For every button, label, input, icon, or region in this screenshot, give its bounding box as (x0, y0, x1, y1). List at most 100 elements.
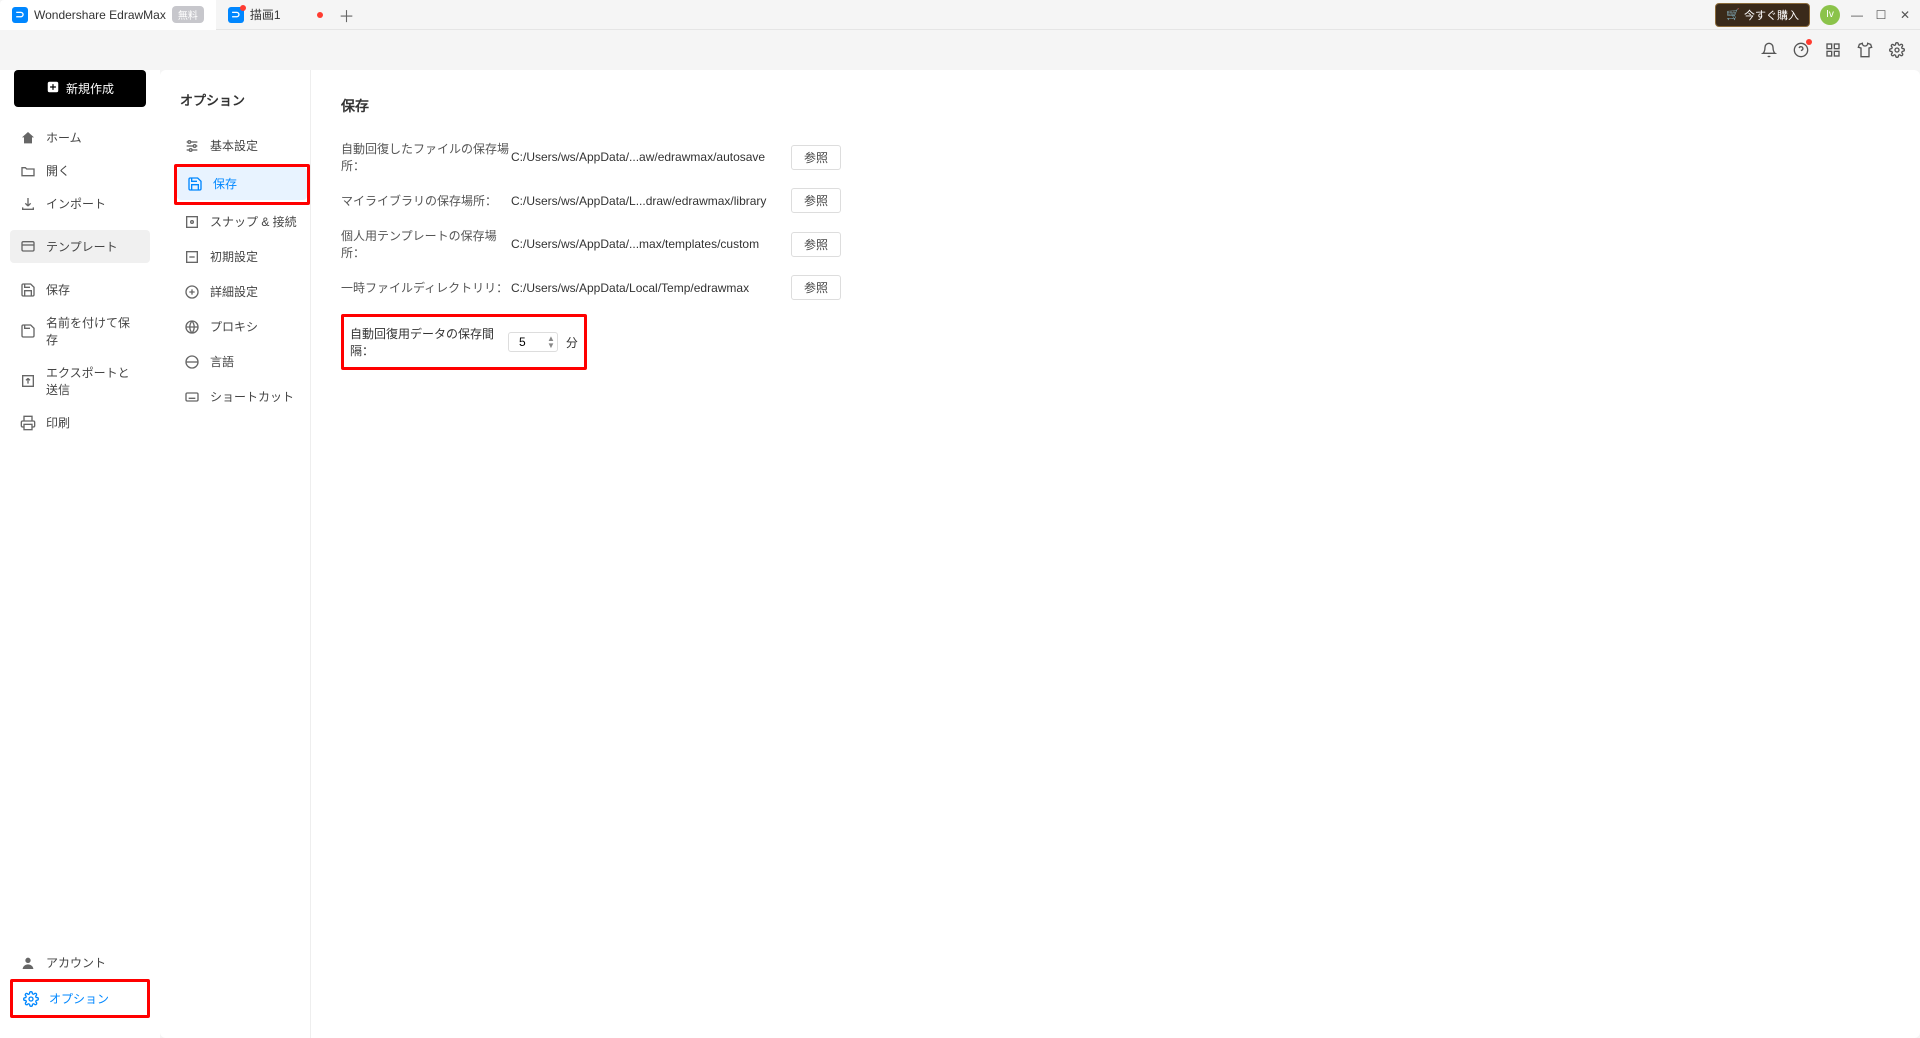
minimize-icon[interactable]: — (1850, 8, 1864, 22)
grid-icon[interactable] (1824, 41, 1842, 59)
sliders-icon (184, 138, 200, 154)
close-icon[interactable]: ✕ (1898, 8, 1912, 22)
bell-icon[interactable] (1760, 41, 1778, 59)
opt-basic-label: 基本設定 (210, 137, 258, 154)
row-template-path: 個人用テンプレートの保存場所： C:/Users/ws/AppData/...m… (341, 227, 1890, 261)
row-label: 個人用テンプレートの保存場所： (341, 227, 511, 261)
row-path: C:/Users/ws/AppData/L...draw/edrawmax/li… (511, 194, 771, 208)
highlight-options: オプション (10, 979, 150, 1018)
opt-initial-label: 初期設定 (210, 248, 258, 265)
opt-proxy[interactable]: プロキシ (174, 310, 310, 343)
options-body: 保存 自動回復したファイルの保存場所： C:/Users/ws/AppData/… (310, 70, 1920, 1038)
new-tab-button[interactable]: ＋ (335, 3, 359, 27)
menu-save-as[interactable]: 名前を付けて保存 (10, 306, 150, 356)
plus-icon (46, 80, 60, 97)
avatar[interactable]: Iv (1820, 5, 1840, 25)
options-title: オプション (174, 90, 310, 109)
opt-advanced[interactable]: 詳細設定 (174, 275, 310, 308)
document-icon: ⊃ (228, 7, 244, 23)
interval-stepper[interactable]: ▲ ▼ (508, 332, 558, 352)
options-nav: オプション 基本設定 保存 スナップ & 接続 初期設 (160, 70, 310, 1038)
menu-template-label: テンプレート (46, 238, 118, 255)
help-icon[interactable] (1792, 41, 1810, 59)
template-icon (20, 239, 36, 255)
language-icon (184, 354, 200, 370)
interval-input[interactable] (519, 335, 547, 349)
opt-shortcut[interactable]: ショートカット (174, 380, 310, 413)
secondary-toolbar (0, 30, 1920, 70)
row-label: 一時ファイルディレクトリリ： (341, 279, 511, 296)
shirt-icon[interactable] (1856, 41, 1874, 59)
free-badge: 無料 (172, 6, 204, 23)
initial-icon (184, 249, 200, 265)
body-title: 保存 (341, 96, 1890, 116)
export-icon (20, 373, 36, 389)
maximize-icon[interactable]: ☐ (1874, 8, 1888, 22)
print-icon (20, 415, 36, 431)
menu-save-as-label: 名前を付けて保存 (46, 314, 140, 348)
new-file-label: 新規作成 (66, 80, 114, 97)
buy-now-button[interactable]: 🛒 今すぐ購入 (1715, 3, 1810, 27)
app-tab[interactable]: ⊃ Wondershare EdrawMax 無料 (0, 0, 216, 30)
menu-print[interactable]: 印刷 (10, 406, 150, 439)
opt-shortcut-label: ショートカット (210, 388, 294, 405)
opt-language[interactable]: 言語 (174, 345, 310, 378)
opt-initial[interactable]: 初期設定 (174, 240, 310, 273)
home-icon (20, 130, 36, 146)
opt-proxy-label: プロキシ (210, 318, 258, 335)
row-path: C:/Users/ws/AppData/...aw/edrawmax/autos… (511, 150, 771, 164)
options-panel: オプション 基本設定 保存 スナップ & 接続 初期設 (160, 70, 1920, 1038)
menu-open-label: 開く (46, 162, 70, 179)
settings-icon[interactable] (1888, 41, 1906, 59)
highlight-interval: 自動回復用データの保存間隔： ▲ ▼ 分 (341, 314, 587, 370)
highlight-save-nav: 保存 (174, 164, 310, 205)
spinner-down-icon[interactable]: ▼ (547, 342, 555, 349)
menu-home-label: ホーム (46, 129, 82, 146)
menu-account-label: アカウント (46, 954, 106, 971)
menu-export[interactable]: エクスポートと送信 (10, 356, 150, 406)
import-icon (20, 196, 36, 212)
save-as-icon (20, 323, 36, 339)
account-icon (20, 955, 36, 971)
advanced-icon (184, 284, 200, 300)
opt-language-label: 言語 (210, 353, 234, 370)
titlebar: ⊃ Wondershare EdrawMax 無料 ⊃ 描画1 ＋ 🛒 今すぐ購… (0, 0, 1920, 30)
keyboard-icon (184, 389, 200, 405)
menu-template[interactable]: テンプレート (10, 230, 150, 263)
cart-icon: 🛒 (1726, 8, 1740, 21)
center-area: オプション 基本設定 保存 スナップ & 接続 初期設 (160, 70, 1920, 1038)
row-label: マイライブラリの保存場所： (341, 192, 511, 209)
row-path: C:/Users/ws/AppData/Local/Temp/edrawmax (511, 281, 771, 295)
browse-button[interactable]: 参照 (791, 145, 841, 170)
snap-icon (184, 214, 200, 230)
menu-home[interactable]: ホーム (10, 121, 150, 154)
opt-snap[interactable]: スナップ & 接続 (174, 205, 310, 238)
options-icon (23, 991, 39, 1007)
app-name: Wondershare EdrawMax (34, 8, 166, 22)
opt-basic[interactable]: 基本設定 (174, 129, 310, 162)
document-tab-label: 描画1 (250, 6, 281, 23)
document-tab[interactable]: ⊃ 描画1 (216, 0, 335, 30)
open-icon (20, 163, 36, 179)
menu-import[interactable]: インポート (10, 187, 150, 220)
row-autosave-path: 自動回復したファイルの保存場所： C:/Users/ws/AppData/...… (341, 140, 1890, 174)
app-logo-icon: ⊃ (12, 7, 28, 23)
opt-save[interactable]: 保存 (177, 167, 307, 200)
browse-button[interactable]: 参照 (791, 232, 841, 257)
browse-button[interactable]: 参照 (791, 188, 841, 213)
save-icon (20, 282, 36, 298)
menu-open[interactable]: 開く (10, 154, 150, 187)
new-file-button[interactable]: 新規作成 (14, 70, 146, 107)
menu-import-label: インポート (46, 195, 106, 212)
row-temp-path: 一時ファイルディレクトリリ： C:/Users/ws/AppData/Local… (341, 275, 1890, 300)
interval-label: 自動回復用データの保存間隔： (350, 325, 508, 359)
menu-options-label: オプション (49, 990, 109, 1007)
menu-print-label: 印刷 (46, 414, 70, 431)
menu-options[interactable]: オプション (13, 982, 147, 1015)
browse-button[interactable]: 参照 (791, 275, 841, 300)
opt-save-label: 保存 (213, 175, 237, 192)
menu-account[interactable]: アカウント (10, 946, 150, 979)
buy-label: 今すぐ購入 (1744, 7, 1799, 23)
menu-save[interactable]: 保存 (10, 273, 150, 306)
disk-icon (187, 176, 203, 192)
